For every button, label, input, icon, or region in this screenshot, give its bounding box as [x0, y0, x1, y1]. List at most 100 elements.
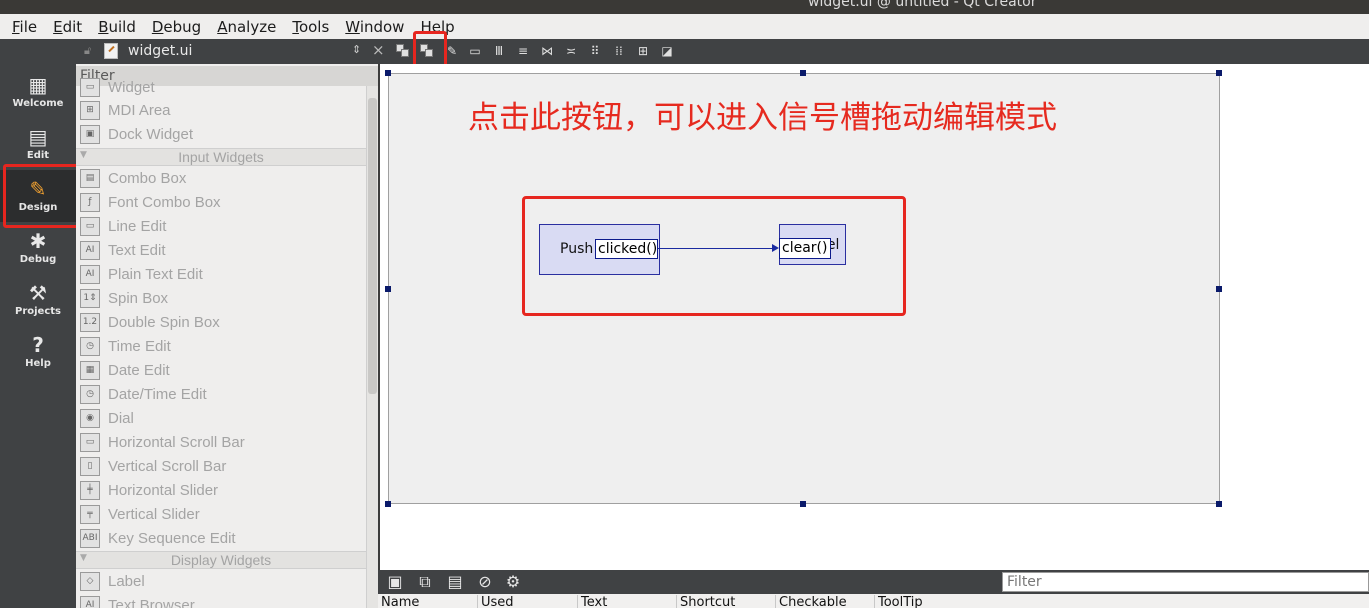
break-layout-icon[interactable]: ⊞: [636, 44, 650, 58]
layout-h-splitter-icon[interactable]: ⋈: [540, 44, 554, 58]
edit-widgets-icon[interactable]: [396, 44, 410, 58]
scrollbar-thumb[interactable]: [368, 98, 377, 394]
dock-widget-icon: ▣: [80, 125, 100, 144]
wrench-icon: ⚒: [29, 281, 47, 305]
menu-edit[interactable]: Edit: [51, 18, 84, 36]
menu-window[interactable]: Window: [343, 18, 406, 36]
layout-v-splitter-icon[interactable]: ≍: [564, 44, 578, 58]
resize-handle[interactable]: [385, 286, 391, 292]
widget-item-text-browser[interactable]: AI Text Browser: [76, 594, 366, 608]
column-checkable[interactable]: Checkable: [775, 595, 847, 608]
window-title: widget.ui @ untitled - Qt Creator: [808, 0, 1037, 10]
signal-slot-connection[interactable]: [658, 248, 776, 249]
ui-file-icon: [104, 43, 118, 59]
menu-bar: File Edit Build Debug Analyze Tools Wind…: [0, 14, 1369, 39]
calendar-clock-icon: ◷: [80, 385, 100, 404]
layout-horizontal-icon[interactable]: Ⅲ: [492, 44, 506, 58]
widget-item-key-sequence-edit[interactable]: ABI Key Sequence Edit: [76, 527, 366, 551]
column-name[interactable]: Name: [378, 595, 419, 608]
mdi-area-icon: ⊞: [80, 101, 100, 120]
widget-item-vertical-scroll-bar[interactable]: ▯ Vertical Scroll Bar: [76, 455, 366, 479]
layout-form-icon[interactable]: ⠿: [588, 44, 602, 58]
widget-item-time-edit[interactable]: ◷ Time Edit: [76, 335, 366, 359]
paste-action-icon[interactable]: ▤: [446, 573, 464, 591]
resize-handle[interactable]: [800, 70, 806, 76]
mode-edit[interactable]: ▤ Edit: [0, 118, 76, 170]
copy-action-icon[interactable]: ⧉: [416, 573, 434, 591]
column-text[interactable]: Text: [577, 595, 607, 608]
document-name: widget.ui: [128, 43, 193, 59]
widget-item-dock-widget[interactable]: ▣ Dock Widget: [76, 123, 366, 147]
widget-item-horizontal-slider[interactable]: ╪ Horizontal Slider: [76, 479, 366, 503]
edit-tab-order-icon[interactable]: ▭: [468, 44, 482, 58]
document-tab[interactable]: 🔓︎ widget.ui ⇕: [76, 39, 371, 64]
widget-item[interactable]: ▭ Widget: [76, 76, 366, 100]
mode-welcome[interactable]: ▦ Welcome: [0, 66, 76, 118]
widget-item-line-edit[interactable]: ▭ Line Edit: [76, 215, 366, 239]
delete-action-icon[interactable]: ⊘: [476, 573, 494, 591]
plain-text-edit-icon: AI: [80, 265, 100, 284]
widget-item-date-edit[interactable]: ▦ Date Edit: [76, 359, 366, 383]
resize-handle[interactable]: [800, 501, 806, 507]
vslider-icon: ╤: [80, 505, 100, 524]
connection-arrow-icon: [772, 244, 779, 252]
widget-item-mdi-area[interactable]: ⊞ MDI Area: [76, 99, 366, 123]
mode-projects[interactable]: ⚒ Projects: [0, 274, 76, 326]
resize-handle[interactable]: [1216, 501, 1222, 507]
action-table-header: Name Used Text Shortcut Checkable ToolTi…: [378, 594, 1369, 608]
widget-box-scrollbar[interactable]: [366, 86, 378, 608]
column-tooltip[interactable]: ToolTip: [874, 595, 923, 608]
hscrollbar-icon: ▭: [80, 433, 100, 452]
action-filter-input[interactable]: Filter: [1002, 572, 1369, 592]
widget-item-vertical-slider[interactable]: ╤ Vertical Slider: [76, 503, 366, 527]
text-edit-icon: AI: [80, 241, 100, 260]
signal-label[interactable]: clicked(): [595, 239, 658, 259]
slot-label[interactable]: clear(): [779, 238, 831, 259]
help-icon: ?: [32, 333, 44, 357]
adjust-size-icon[interactable]: ◪: [660, 44, 674, 58]
calendar-icon: ▦: [80, 361, 100, 380]
new-action-icon[interactable]: ▣: [386, 573, 404, 591]
widget-item-label[interactable]: ◇ Label: [76, 570, 366, 594]
layout-grid-icon[interactable]: ⁞⁞: [612, 44, 626, 58]
widget-item-plain-text-edit[interactable]: AI Plain Text Edit: [76, 263, 366, 287]
document-icon: ▤: [28, 125, 48, 149]
category-display-widgets[interactable]: ▼ Display Widgets: [76, 551, 366, 569]
double-spin-box-icon: 1.2: [80, 313, 100, 332]
vscrollbar-icon: ▯: [80, 457, 100, 476]
mode-help[interactable]: ? Help: [0, 326, 76, 378]
lock-icon: 🔓︎: [84, 44, 92, 57]
widget-item-font-combo-box[interactable]: ƒ Font Combo Box: [76, 191, 366, 215]
font-combo-icon: ƒ: [80, 193, 100, 212]
menu-analyze[interactable]: Analyze: [215, 18, 278, 36]
mode-debug[interactable]: ✱ Debug: [0, 222, 76, 274]
widget-item-datetime-edit[interactable]: ◷ Date/Time Edit: [76, 383, 366, 407]
category-input-widgets[interactable]: ▼ Input Widgets: [76, 148, 366, 166]
menu-file[interactable]: File: [10, 18, 39, 36]
widget-item-spin-box[interactable]: 1⇕ Spin Box: [76, 287, 366, 311]
layout-vertical-icon[interactable]: ≡: [516, 44, 530, 58]
widget-item-combo-box[interactable]: ▤ Combo Box: [76, 167, 366, 191]
dial-icon: ◉: [80, 409, 100, 428]
edit-buddies-icon[interactable]: ✎: [445, 44, 459, 58]
column-used[interactable]: Used: [477, 595, 514, 608]
resize-handle[interactable]: [1216, 286, 1222, 292]
resize-handle[interactable]: [385, 70, 391, 76]
menu-debug[interactable]: Debug: [150, 18, 203, 36]
key-sequence-icon: ABI: [80, 529, 100, 548]
title-bar: widget.ui @ untitled - Qt Creator: [0, 0, 1369, 14]
updown-icon[interactable]: ⇕: [352, 43, 361, 56]
widget-item-double-spin-box[interactable]: 1.2 Double Spin Box: [76, 311, 366, 335]
action-editor-toolbar: ▣ ⧉ ▤ ⊘ ⚙ Filter: [378, 570, 1369, 594]
settings-gear-icon[interactable]: ⚙: [504, 573, 522, 591]
widget-item-horizontal-scroll-bar[interactable]: ▭ Horizontal Scroll Bar: [76, 431, 366, 455]
column-shortcut[interactable]: Shortcut: [676, 595, 735, 608]
clock-icon: ◷: [80, 337, 100, 356]
widget-item-text-edit[interactable]: AI Text Edit: [76, 239, 366, 263]
resize-handle[interactable]: [385, 501, 391, 507]
resize-handle[interactable]: [1216, 70, 1222, 76]
close-document-icon[interactable]: ×: [372, 41, 385, 59]
menu-build[interactable]: Build: [96, 18, 138, 36]
menu-tools[interactable]: Tools: [290, 18, 331, 36]
widget-item-dial[interactable]: ◉ Dial: [76, 407, 366, 431]
